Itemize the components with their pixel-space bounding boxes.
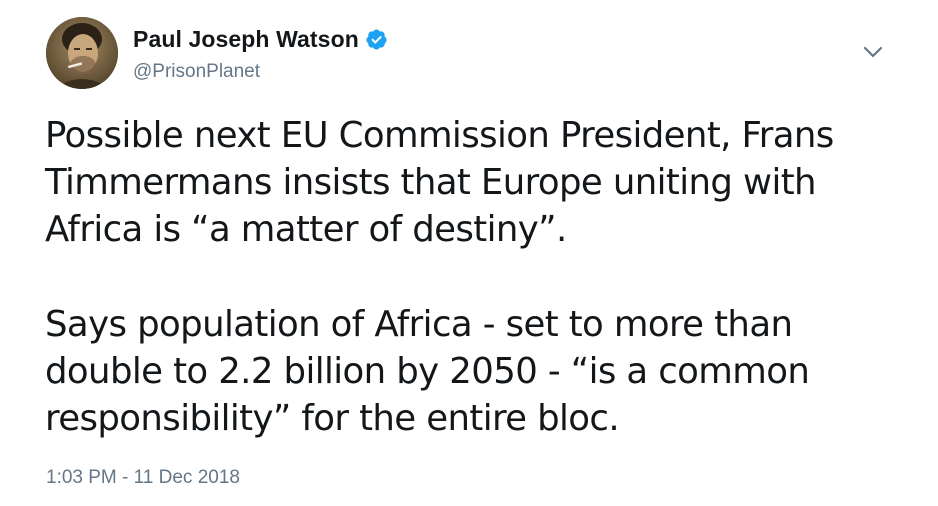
chevron-down-icon[interactable] xyxy=(862,44,884,60)
author-display-name[interactable]: Paul Joseph Watson xyxy=(133,26,359,53)
tweet-text: Possible next EU Commission President, F… xyxy=(45,112,925,442)
tweet-card: Paul Joseph Watson @PrisonPlanet Possibl… xyxy=(0,0,938,506)
tweet-paragraph: Says population of Africa - set to more … xyxy=(45,304,810,439)
tweet-timestamp[interactable]: 1:03 PM - 11 Dec 2018 xyxy=(46,467,240,489)
verified-badge-icon xyxy=(365,28,388,51)
author-handle[interactable]: @PrisonPlanet xyxy=(133,61,260,83)
tweet-paragraph: Possible next EU Commission President, F… xyxy=(45,115,834,250)
avatar-photo xyxy=(46,17,118,89)
author-row: Paul Joseph Watson xyxy=(133,25,388,53)
avatar[interactable] xyxy=(46,17,118,89)
